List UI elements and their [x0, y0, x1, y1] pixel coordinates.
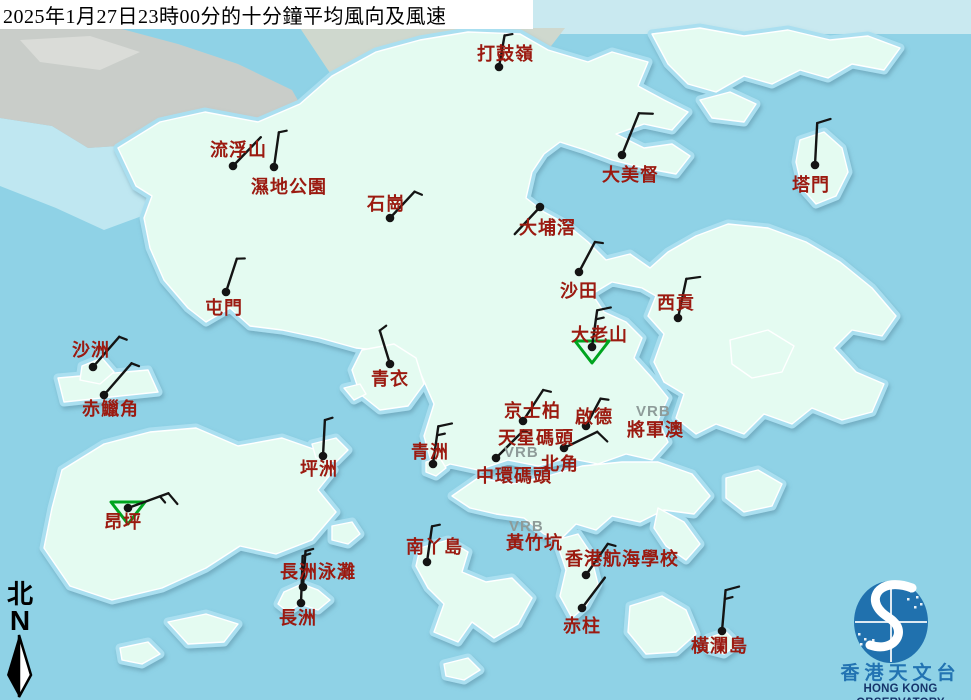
- station-label: 北角: [541, 455, 579, 473]
- station-label: 京士柏: [504, 402, 561, 420]
- station-label: 西貢: [657, 294, 695, 312]
- vrb-indicator: VRB: [636, 404, 671, 419]
- station-dot: [423, 558, 432, 567]
- station-label: 沙田: [560, 282, 598, 300]
- station-dot: [89, 363, 98, 372]
- hko-logo: 香港天文台 HONG KONG OBSERVATORY: [830, 576, 971, 700]
- station-label: 橫瀾島: [691, 637, 748, 655]
- station-label: 長洲泳灘: [280, 563, 356, 581]
- station-dot: [578, 604, 587, 613]
- station-label: 屯門: [205, 299, 243, 317]
- wind-barb-feather: [595, 242, 603, 243]
- station-label: 石崗: [367, 195, 405, 213]
- station-label: 沙洲: [72, 341, 110, 359]
- station-dot: [718, 627, 727, 636]
- station-label: 南丫島: [406, 538, 463, 556]
- station-label: 大美督: [602, 166, 659, 184]
- station-label: 流浮山: [210, 141, 267, 159]
- station-dot: [582, 571, 591, 580]
- station-dot: [575, 268, 584, 277]
- station-label: 將軍澳: [627, 421, 684, 439]
- station-label: 坪洲: [300, 460, 338, 478]
- station-dot: [297, 599, 306, 608]
- hko-name-english: HONG KONG OBSERVATORY: [830, 683, 971, 700]
- station-dot: [492, 454, 501, 463]
- station-dot: [536, 203, 545, 212]
- station-label: 濕地公園: [251, 178, 327, 196]
- station-dot: [386, 360, 395, 369]
- station-label: 大埔滘: [519, 219, 576, 237]
- map-title-bar: 2025年1月27日23時00分的十分鐘平均風向及風速: [0, 0, 533, 29]
- map-title: 2025年1月27日23時00分的十分鐘平均風向及風速: [0, 0, 447, 29]
- station-label: 啟德: [575, 408, 613, 426]
- station-dot: [124, 504, 133, 513]
- hko-emblem-icon: [830, 576, 971, 666]
- station-dot: [100, 391, 109, 400]
- wind-map: 打鼓嶺流浮山濕地公園石崗 大美督塔門大埔滘沙田西貢大老山 屯門沙洲赤鱲角 青衣京士柏啟…: [0, 0, 971, 700]
- station-dot: [618, 151, 627, 160]
- base-map: [0, 0, 971, 700]
- north-compass: 北 N: [2, 582, 38, 699]
- station-dot: [299, 583, 308, 592]
- station-dot: [811, 161, 820, 170]
- station-label: 黃竹坑: [506, 534, 563, 552]
- station-dot: [674, 314, 683, 323]
- vrb-indicator: VRB: [509, 519, 544, 534]
- station-label: 赤鱲角: [82, 400, 139, 418]
- wind-barb-feather: [505, 34, 513, 35]
- station-label: 香港航海學校: [565, 550, 679, 568]
- hko-name-chinese: 香港天文台: [830, 664, 971, 683]
- station-label: 青洲: [411, 443, 449, 461]
- station-label: 長洲: [279, 609, 317, 627]
- station-dot: [386, 214, 395, 223]
- station-label: 大老山: [571, 326, 628, 344]
- vrb-indicator: VRB: [504, 445, 539, 460]
- station-label: 赤柱: [563, 617, 601, 635]
- north-letter: N: [2, 608, 38, 633]
- north-arrow-icon: [3, 633, 37, 699]
- station-label: 塔門: [792, 176, 830, 194]
- station-label: 昂坪: [104, 513, 142, 531]
- station-dot: [222, 288, 231, 297]
- sea-north-band: [533, 0, 971, 34]
- station-dot: [270, 163, 279, 172]
- station-label: 青衣: [371, 370, 409, 388]
- wind-barb-feather: [601, 399, 609, 400]
- station-label: 打鼓嶺: [477, 45, 534, 63]
- station-dot: [229, 162, 238, 171]
